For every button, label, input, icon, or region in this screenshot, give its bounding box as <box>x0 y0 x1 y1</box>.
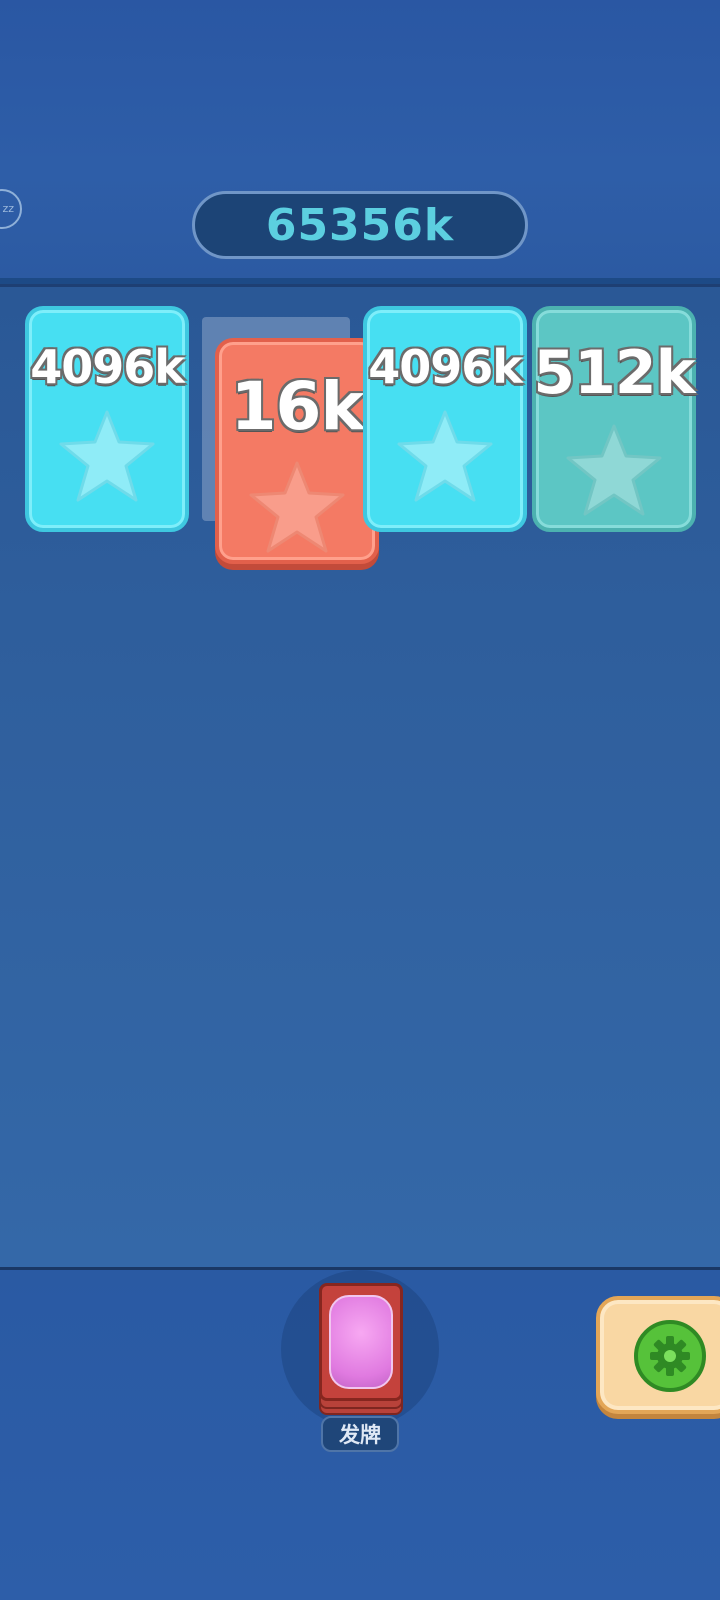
score-display: 65356k <box>192 191 528 259</box>
card-column-3[interactable]: 4096k <box>363 306 527 532</box>
score-value: 65356k <box>265 199 455 251</box>
settings-button[interactable] <box>596 1296 720 1414</box>
star-icon <box>397 410 493 502</box>
star-icon <box>249 461 345 553</box>
deal-label[interactable]: 发牌 <box>321 1416 399 1452</box>
star-icon <box>566 424 662 516</box>
card-value: 4096k <box>30 340 185 394</box>
card-deck-icon <box>319 1283 403 1401</box>
card-back-pattern <box>329 1295 393 1389</box>
star-icon <box>59 410 155 502</box>
card-column-1[interactable]: 4096k <box>25 306 189 532</box>
top-bar: zz 65356k <box>0 0 720 287</box>
card-value: 16k <box>230 368 365 445</box>
card-value: 512k <box>533 338 695 408</box>
gear-icon <box>634 1320 706 1392</box>
card-column-2-lifted[interactable]: 16k <box>215 338 379 564</box>
deal-button[interactable] <box>319 1283 403 1415</box>
card-column-4[interactable]: 512k <box>532 306 696 532</box>
sleep-badge-icon[interactable]: zz <box>0 189 22 229</box>
card-value: 4096k <box>368 340 523 394</box>
